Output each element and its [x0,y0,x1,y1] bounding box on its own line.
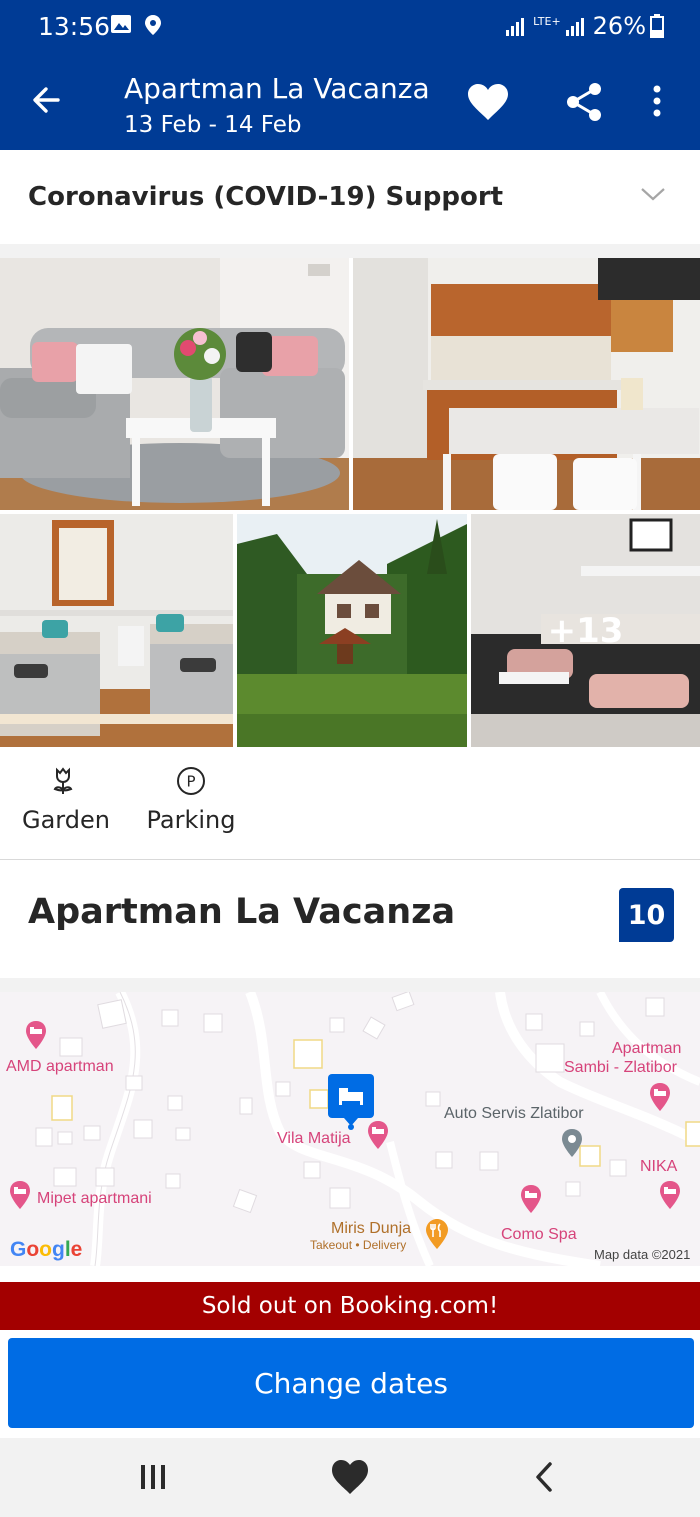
share-icon[interactable] [564,82,604,126]
map-label-sambi-1: Apartman [612,1040,682,1057]
home-heart-icon[interactable] [330,1458,370,1500]
map-label-miris-dunja: Miris Dunja [331,1220,412,1237]
section-gap [0,978,700,992]
map-label-miris-sub: Takeout • Delivery [310,1238,407,1252]
map-label-vila-matija: Vila Matija [277,1130,351,1147]
facility-parking: P Parking [145,766,237,834]
photo-living-room[interactable] [0,258,349,510]
network-type: LTE+ [533,14,561,28]
battery-level: 26% [592,12,646,40]
map-label-sambi-2: Sambi - Zlatibor [564,1059,677,1076]
photo-bedroom[interactable] [0,514,233,747]
hotel-pin-icon[interactable] [648,1082,672,1116]
divider [0,859,700,860]
system-nav-bar [0,1438,700,1517]
place-pin-icon[interactable] [560,1128,584,1162]
map-label-auto-servis: Auto Servis Zlatibor [444,1105,584,1122]
status-right: LTE+ 26% [505,12,664,40]
covid-support-label: Coronavirus (COVID-19) Support [28,182,504,212]
photo-garden-exterior[interactable] [237,514,467,747]
map-label-amd: AMD apartman [6,1058,114,1075]
signal-icon-2 [565,18,584,36]
recent-apps-icon[interactable] [138,1462,168,1496]
more-options-icon[interactable] [652,84,662,122]
facility-label: Parking [146,806,236,834]
hotel-pin-icon[interactable] [366,1120,390,1154]
location-map[interactable]: AMD apartman Apartman Sambi - Zlatibor A… [0,992,700,1266]
section-gap [0,244,700,258]
battery-icon [650,14,664,38]
facility-garden: Garden [22,766,110,834]
more-photos-count: +13 [547,610,624,651]
hotel-pin-icon[interactable] [24,1020,48,1054]
hotel-pin-icon[interactable] [519,1184,543,1218]
restaurant-pin-icon[interactable] [424,1218,450,1254]
photo-double-bedroom[interactable]: +13 [471,514,700,747]
status-time: 13:56 [38,12,111,41]
hotel-pin-icon[interactable] [8,1180,32,1214]
change-dates-button[interactable]: Change dates [8,1338,694,1428]
facility-label: Garden [22,806,110,834]
map-label-mipet: Mipet apartmani [37,1190,152,1207]
map-label-como-spa: Como Spa [501,1226,577,1243]
back-icon[interactable] [532,1460,556,1498]
photo-kitchen[interactable] [353,258,700,510]
back-arrow-icon[interactable] [30,84,62,120]
gallery-notification-icon [110,14,132,38]
covid-support-row[interactable]: Coronavirus (COVID-19) Support [0,150,700,244]
map-label-nika: NIKA [640,1158,678,1175]
google-logo: Google [10,1238,83,1261]
status-bar: 13:56 LTE+ 26% [0,0,700,56]
map-attribution[interactable]: Map data ©2021 [594,1247,690,1262]
heart-icon[interactable] [466,82,510,126]
chevron-down-icon [640,186,666,206]
property-name: Apartman La Vacanza [28,892,456,932]
hotel-pin-icon[interactable] [658,1180,682,1214]
app-bar: Apartman La Vacanza 13 Feb - 14 Feb [0,56,700,150]
stay-dates[interactable]: 13 Feb - 14 Feb [124,112,302,138]
flower-icon [51,767,75,800]
svg-text:P: P [186,773,195,791]
signal-icon [506,18,525,36]
page-title: Apartman La Vacanza [124,72,430,105]
review-score-badge[interactable]: 10 [619,888,674,942]
sold-out-banner: Sold out on Booking.com! [0,1282,700,1330]
location-icon [144,14,162,40]
parking-icon: P [176,767,206,800]
